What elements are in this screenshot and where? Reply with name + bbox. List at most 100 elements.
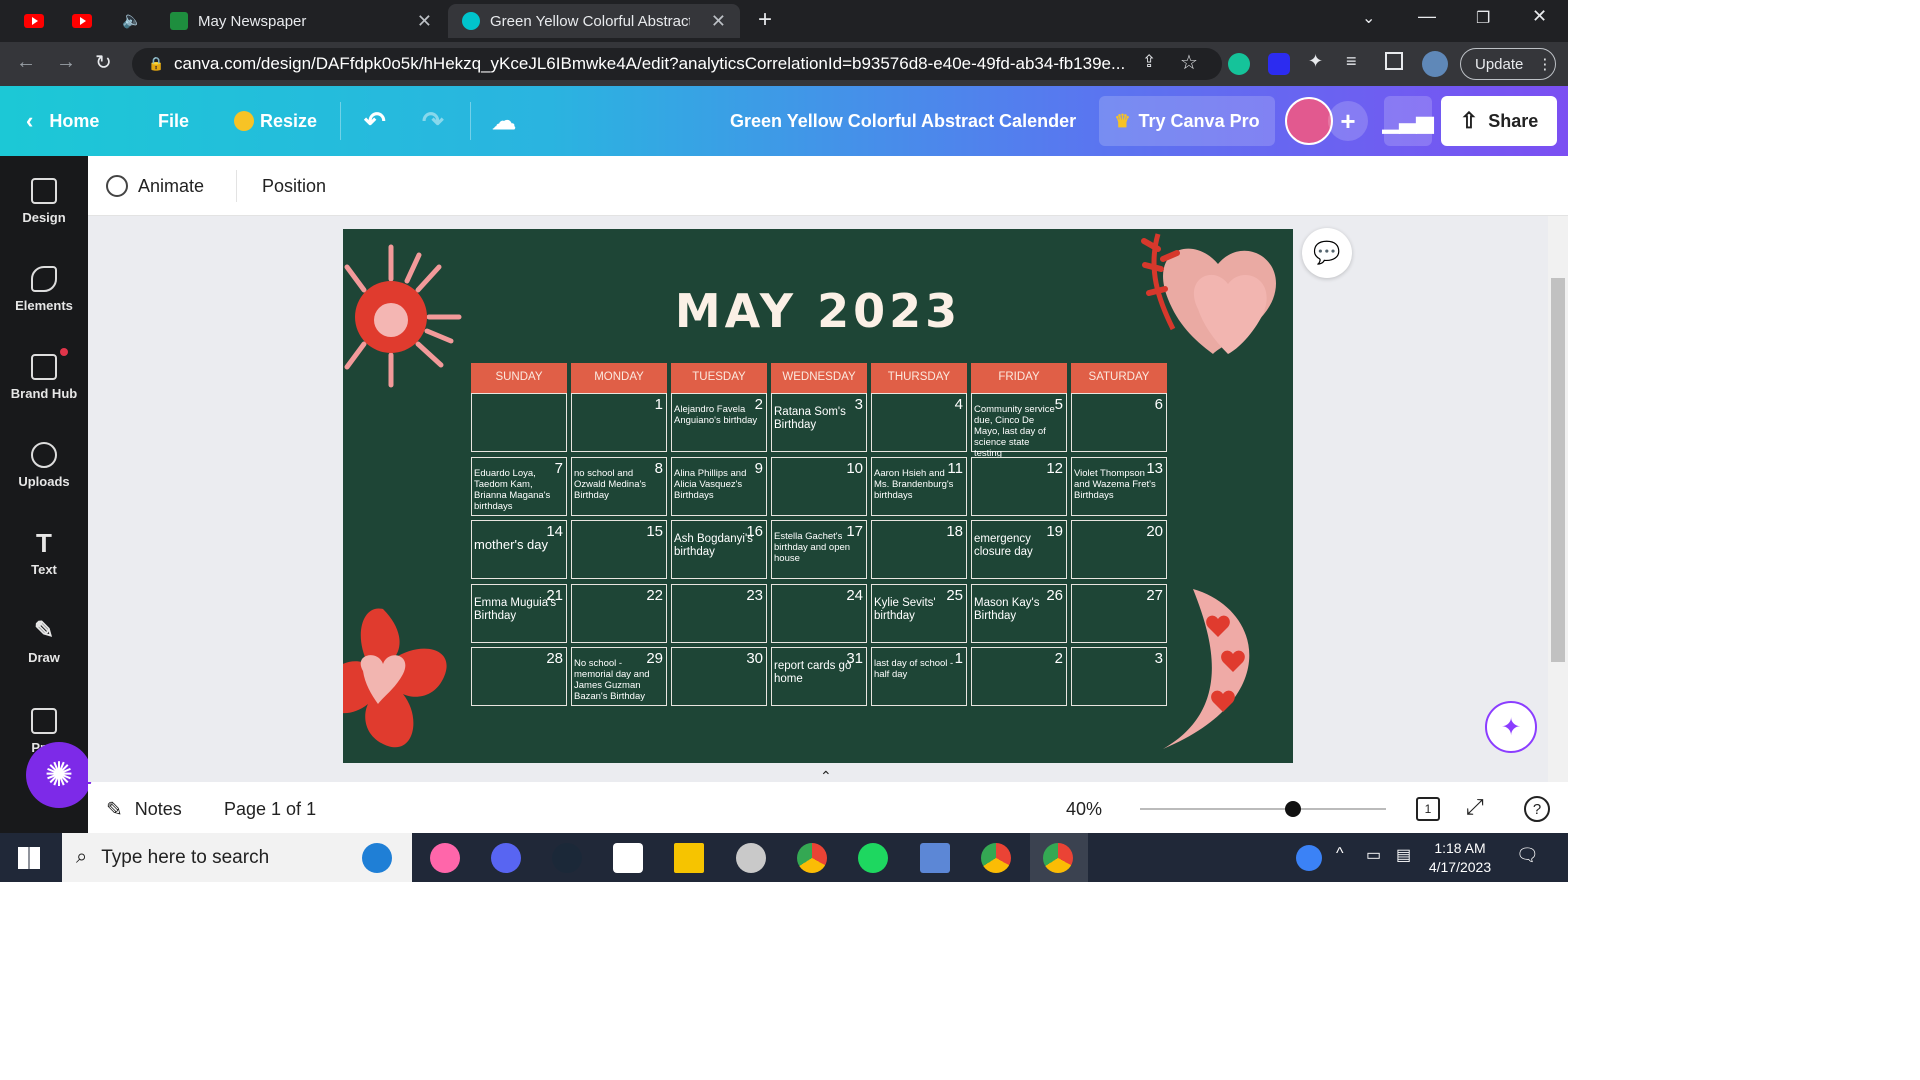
- calendar-day-cell[interactable]: 2 Alejandro Favela Anguiano's birthday: [671, 393, 767, 452]
- youtube-icon[interactable]: [24, 14, 44, 28]
- page-grid-icon[interactable]: 1: [1416, 797, 1440, 821]
- calendar-day-cell[interactable]: 2: [971, 647, 1067, 706]
- chrome-active-app-icon[interactable]: [1043, 843, 1073, 873]
- calendar-day-cell[interactable]: 6: [1071, 393, 1167, 452]
- sticky-notes-app-icon[interactable]: [674, 843, 704, 873]
- calendar-day-cell[interactable]: 8 no school and Ozwald Medina's Birthday: [571, 457, 667, 516]
- zoom-slider-thumb[interactable]: [1284, 801, 1301, 817]
- chevron-up-tray-icon[interactable]: ^: [1336, 845, 1344, 863]
- calendar-day-cell[interactable]: 14 mother's day: [471, 520, 567, 579]
- grammarly-icon[interactable]: [1228, 53, 1250, 75]
- resize-button[interactable]: Resize: [234, 86, 317, 156]
- close-icon[interactable]: ✕: [711, 11, 726, 32]
- side-panel-icon[interactable]: [1385, 52, 1403, 70]
- scrollbar-thumb[interactable]: [1551, 278, 1565, 662]
- insights-icon[interactable]: ▁▃▅: [1383, 96, 1433, 146]
- tab-canva-calendar[interactable]: Green Yellow Colorful Abstract Ca ✕: [448, 4, 740, 38]
- page-indicator[interactable]: Page 1 of 1: [224, 784, 316, 834]
- reload-icon[interactable]: ↻: [95, 50, 112, 75]
- calendar-day-cell[interactable]: 1 last day of school - half day: [871, 647, 967, 706]
- file-menu-button[interactable]: File: [158, 86, 189, 156]
- animate-button[interactable]: Animate: [106, 156, 204, 216]
- forward-icon[interactable]: →: [56, 51, 76, 74]
- spotify-app-icon[interactable]: [858, 843, 888, 873]
- try-canva-pro-button[interactable]: ♛ Try Canva Pro: [1099, 96, 1275, 146]
- sidebar-item-elements[interactable]: Elements: [0, 266, 88, 313]
- sidebar-item-design[interactable]: Design: [0, 178, 88, 225]
- calendar-day-cell[interactable]: 15: [571, 520, 667, 579]
- calendar-day-cell[interactable]: 31 report cards go home: [771, 647, 867, 706]
- calendar-design-page[interactable]: MAY 2023 SUNDAY MONDAY TUESDAY WEDNESDAY THU…: [343, 229, 1293, 763]
- calendar-day-cell[interactable]: 3: [1071, 647, 1167, 706]
- taskbar-search-input[interactable]: ⌕ Type here to search: [62, 833, 412, 882]
- steam-app-icon[interactable]: [552, 843, 582, 873]
- calendar-day-cell[interactable]: 21 Emma Muguia's Birthday: [471, 584, 567, 643]
- restore-icon[interactable]: ❐: [1476, 8, 1490, 28]
- notifications-icon[interactable]: 🗨: [1516, 845, 1539, 866]
- solitaire-app-icon[interactable]: [613, 843, 643, 873]
- add-comment-icon[interactable]: 💬: [1302, 228, 1352, 278]
- zoom-percent[interactable]: 40%: [1066, 784, 1102, 834]
- zoom-slider[interactable]: [1140, 808, 1386, 810]
- device-tray-icon[interactable]: ▭: [1366, 845, 1381, 865]
- undo-icon[interactable]: ↶: [364, 86, 386, 156]
- position-button[interactable]: Position: [262, 156, 326, 216]
- profile-avatar[interactable]: [1422, 51, 1448, 77]
- clock-app-icon[interactable]: [736, 843, 766, 873]
- back-icon[interactable]: ←: [16, 51, 36, 74]
- discord-app-icon[interactable]: [491, 843, 521, 873]
- calendar-day-cell[interactable]: [471, 393, 567, 452]
- calendar-day-cell[interactable]: 19 emergency closure day: [971, 520, 1067, 579]
- calculator-app-icon[interactable]: [920, 843, 950, 873]
- calendar-day-cell[interactable]: 20: [1071, 520, 1167, 579]
- windows-start-icon[interactable]: [18, 847, 40, 869]
- calendar-day-cell[interactable]: 1: [571, 393, 667, 452]
- calendar-day-cell[interactable]: 28: [471, 647, 567, 706]
- calendar-day-cell[interactable]: 10: [771, 457, 867, 516]
- minimize-icon[interactable]: —: [1418, 6, 1436, 27]
- calendar-day-cell[interactable]: 11 Aaron Hsieh and Ms. Brandenburg's birt…: [871, 457, 967, 516]
- magic-apps-button[interactable]: ✺: [26, 742, 92, 808]
- calendar-day-cell[interactable]: 22: [571, 584, 667, 643]
- url-input[interactable]: 🔒 canva.com/design/DAFfdpk0o5k/hHekzq_yK…: [132, 48, 1222, 80]
- canva-extension-icon[interactable]: [1268, 53, 1290, 75]
- bing-icon[interactable]: [362, 843, 392, 873]
- sidebar-item-brand-hub[interactable]: Brand Hub: [0, 348, 88, 401]
- calendar-day-cell[interactable]: 30: [671, 647, 767, 706]
- youtube-icon[interactable]: [72, 14, 92, 28]
- osu-app-icon[interactable]: [430, 843, 460, 873]
- chrome-app-icon[interactable]: [797, 843, 827, 873]
- network-tray-icon[interactable]: ▤: [1396, 845, 1411, 865]
- vertical-scrollbar[interactable]: [1548, 216, 1568, 782]
- chevron-down-icon[interactable]: ⌄: [1362, 8, 1375, 28]
- calendar-day-cell[interactable]: 13 Violet Thompson and Wazema Fret's Birt…: [1071, 457, 1167, 516]
- calendar-day-cell[interactable]: 7 Eduardo Loya, Taedom Kam, Brianna Magan…: [471, 457, 567, 516]
- cloud-saved-icon[interactable]: ☁: [492, 86, 516, 156]
- calendar-day-cell[interactable]: 18: [871, 520, 967, 579]
- reading-list-icon[interactable]: ≡: [1346, 51, 1357, 72]
- calendar-day-cell[interactable]: 12: [971, 457, 1067, 516]
- fullscreen-icon[interactable]: ⤢: [1466, 794, 1484, 820]
- chevron-up-icon[interactable]: ⌃: [820, 768, 832, 785]
- calendar-day-cell[interactable]: 17 Estella Gachet's birthday and open hou…: [771, 520, 867, 579]
- add-collaborator-button[interactable]: +: [1328, 101, 1368, 141]
- speaker-muted-icon[interactable]: 🔈: [122, 10, 142, 30]
- sidebar-item-text[interactable]: T Text: [0, 530, 88, 577]
- taskbar-clock[interactable]: 1:18 AM 4/17/2023: [1420, 839, 1500, 877]
- calendar-day-cell[interactable]: 3 Ratana Som's Birthday: [771, 393, 867, 452]
- bookmark-star-icon[interactable]: ☆: [1180, 50, 1198, 75]
- close-icon[interactable]: ✕: [417, 11, 432, 32]
- calendar-day-cell[interactable]: 29 No school - memorial day and James Guz…: [571, 647, 667, 706]
- calendar-day-cell[interactable]: 23: [671, 584, 767, 643]
- share-page-icon[interactable]: ⇪: [1142, 52, 1156, 72]
- calendar-day-cell[interactable]: 25 Kylie Sevits' birthday: [871, 584, 967, 643]
- home-button[interactable]: ‹ Home: [26, 86, 99, 156]
- calendar-day-cell[interactable]: 16 Ash Bogdanyi's birthday: [671, 520, 767, 579]
- calendar-day-cell[interactable]: 5 Community service due, Cinco De Mayo, l…: [971, 393, 1067, 459]
- magic-assistant-icon[interactable]: ✦: [1485, 701, 1537, 753]
- help-icon[interactable]: ?: [1524, 796, 1550, 822]
- redo-icon[interactable]: ↷: [422, 86, 444, 156]
- share-button[interactable]: ⇧ Share: [1441, 96, 1557, 146]
- help-tray-icon[interactable]: [1296, 845, 1322, 871]
- calendar-day-cell[interactable]: 24: [771, 584, 867, 643]
